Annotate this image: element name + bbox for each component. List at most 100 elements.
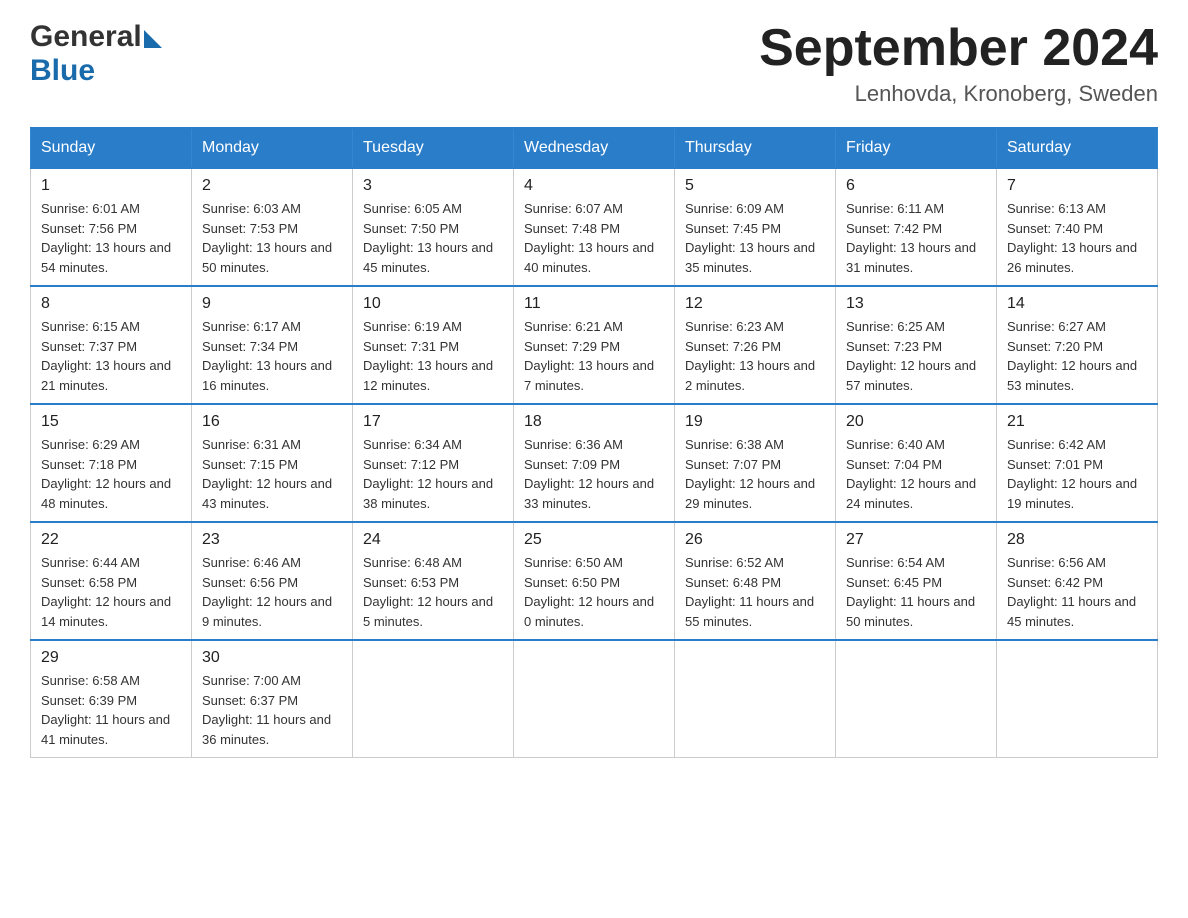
day-number: 13 [846, 295, 986, 313]
calendar-cell: 15 Sunrise: 6:29 AM Sunset: 7:18 PM Dayl… [31, 404, 192, 522]
header-row: Sunday Monday Tuesday Wednesday Thursday… [31, 128, 1158, 168]
calendar-cell: 12 Sunrise: 6:23 AM Sunset: 7:26 PM Dayl… [675, 286, 836, 404]
calendar-cell: 7 Sunrise: 6:13 AM Sunset: 7:40 PM Dayli… [997, 168, 1158, 286]
day-info: Sunrise: 6:05 AM Sunset: 7:50 PM Dayligh… [363, 199, 503, 277]
day-number: 21 [1007, 413, 1147, 431]
calendar-cell: 2 Sunrise: 6:03 AM Sunset: 7:53 PM Dayli… [192, 168, 353, 286]
day-info: Sunrise: 6:19 AM Sunset: 7:31 PM Dayligh… [363, 317, 503, 395]
calendar-cell [675, 640, 836, 758]
day-number: 11 [524, 295, 664, 313]
calendar-cell: 19 Sunrise: 6:38 AM Sunset: 7:07 PM Dayl… [675, 404, 836, 522]
day-number: 26 [685, 531, 825, 549]
day-info: Sunrise: 6:46 AM Sunset: 6:56 PM Dayligh… [202, 553, 342, 631]
calendar-cell: 4 Sunrise: 6:07 AM Sunset: 7:48 PM Dayli… [514, 168, 675, 286]
day-info: Sunrise: 6:54 AM Sunset: 6:45 PM Dayligh… [846, 553, 986, 631]
calendar-cell [997, 640, 1158, 758]
location-text: Lenhovda, Kronoberg, Sweden [759, 81, 1158, 107]
day-info: Sunrise: 6:50 AM Sunset: 6:50 PM Dayligh… [524, 553, 664, 631]
calendar-cell: 18 Sunrise: 6:36 AM Sunset: 7:09 PM Dayl… [514, 404, 675, 522]
day-info: Sunrise: 6:36 AM Sunset: 7:09 PM Dayligh… [524, 435, 664, 513]
day-number: 1 [41, 177, 181, 195]
day-number: 25 [524, 531, 664, 549]
day-number: 14 [1007, 295, 1147, 313]
calendar-cell: 28 Sunrise: 6:56 AM Sunset: 6:42 PM Dayl… [997, 522, 1158, 640]
calendar-cell: 29 Sunrise: 6:58 AM Sunset: 6:39 PM Dayl… [31, 640, 192, 758]
day-info: Sunrise: 6:07 AM Sunset: 7:48 PM Dayligh… [524, 199, 664, 277]
day-info: Sunrise: 6:21 AM Sunset: 7:29 PM Dayligh… [524, 317, 664, 395]
day-number: 12 [685, 295, 825, 313]
day-info: Sunrise: 6:11 AM Sunset: 7:42 PM Dayligh… [846, 199, 986, 277]
calendar-cell: 17 Sunrise: 6:34 AM Sunset: 7:12 PM Dayl… [353, 404, 514, 522]
logo: General Blue [30, 20, 162, 88]
day-number: 30 [202, 649, 342, 667]
calendar-cell: 6 Sunrise: 6:11 AM Sunset: 7:42 PM Dayli… [836, 168, 997, 286]
day-info: Sunrise: 6:29 AM Sunset: 7:18 PM Dayligh… [41, 435, 181, 513]
header-sunday: Sunday [31, 128, 192, 168]
day-info: Sunrise: 6:31 AM Sunset: 7:15 PM Dayligh… [202, 435, 342, 513]
calendar-cell: 30 Sunrise: 7:00 AM Sunset: 6:37 PM Dayl… [192, 640, 353, 758]
day-info: Sunrise: 6:40 AM Sunset: 7:04 PM Dayligh… [846, 435, 986, 513]
calendar-cell: 10 Sunrise: 6:19 AM Sunset: 7:31 PM Dayl… [353, 286, 514, 404]
calendar-week-1: 1 Sunrise: 6:01 AM Sunset: 7:56 PM Dayli… [31, 168, 1158, 286]
day-info: Sunrise: 6:56 AM Sunset: 6:42 PM Dayligh… [1007, 553, 1147, 631]
logo-blue-text: Blue [30, 54, 95, 87]
day-info: Sunrise: 6:15 AM Sunset: 7:37 PM Dayligh… [41, 317, 181, 395]
day-info: Sunrise: 7:00 AM Sunset: 6:37 PM Dayligh… [202, 671, 342, 749]
day-number: 2 [202, 177, 342, 195]
calendar-cell: 21 Sunrise: 6:42 AM Sunset: 7:01 PM Dayl… [997, 404, 1158, 522]
calendar-cell [353, 640, 514, 758]
calendar-cell: 14 Sunrise: 6:27 AM Sunset: 7:20 PM Dayl… [997, 286, 1158, 404]
day-info: Sunrise: 6:23 AM Sunset: 7:26 PM Dayligh… [685, 317, 825, 395]
day-number: 22 [41, 531, 181, 549]
header-saturday: Saturday [997, 128, 1158, 168]
month-title: September 2024 [759, 20, 1158, 77]
calendar-week-5: 29 Sunrise: 6:58 AM Sunset: 6:39 PM Dayl… [31, 640, 1158, 758]
day-number: 5 [685, 177, 825, 195]
day-info: Sunrise: 6:58 AM Sunset: 6:39 PM Dayligh… [41, 671, 181, 749]
day-number: 20 [846, 413, 986, 431]
calendar-table: Sunday Monday Tuesday Wednesday Thursday… [30, 127, 1158, 758]
calendar-cell: 9 Sunrise: 6:17 AM Sunset: 7:34 PM Dayli… [192, 286, 353, 404]
day-number: 29 [41, 649, 181, 667]
calendar-cell: 23 Sunrise: 6:46 AM Sunset: 6:56 PM Dayl… [192, 522, 353, 640]
day-number: 17 [363, 413, 503, 431]
day-info: Sunrise: 6:25 AM Sunset: 7:23 PM Dayligh… [846, 317, 986, 395]
day-number: 6 [846, 177, 986, 195]
day-info: Sunrise: 6:42 AM Sunset: 7:01 PM Dayligh… [1007, 435, 1147, 513]
day-info: Sunrise: 6:52 AM Sunset: 6:48 PM Dayligh… [685, 553, 825, 631]
header-thursday: Thursday [675, 128, 836, 168]
calendar-cell: 11 Sunrise: 6:21 AM Sunset: 7:29 PM Dayl… [514, 286, 675, 404]
calendar-cell [836, 640, 997, 758]
header-wednesday: Wednesday [514, 128, 675, 168]
logo-arrow-icon [144, 30, 162, 48]
calendar-cell: 25 Sunrise: 6:50 AM Sunset: 6:50 PM Dayl… [514, 522, 675, 640]
logo-general-text: General [30, 20, 142, 54]
day-number: 10 [363, 295, 503, 313]
day-info: Sunrise: 6:34 AM Sunset: 7:12 PM Dayligh… [363, 435, 503, 513]
day-info: Sunrise: 6:27 AM Sunset: 7:20 PM Dayligh… [1007, 317, 1147, 395]
day-number: 18 [524, 413, 664, 431]
day-number: 8 [41, 295, 181, 313]
day-number: 3 [363, 177, 503, 195]
calendar-cell: 20 Sunrise: 6:40 AM Sunset: 7:04 PM Dayl… [836, 404, 997, 522]
day-info: Sunrise: 6:44 AM Sunset: 6:58 PM Dayligh… [41, 553, 181, 631]
day-number: 23 [202, 531, 342, 549]
day-number: 19 [685, 413, 825, 431]
day-number: 4 [524, 177, 664, 195]
calendar-cell: 27 Sunrise: 6:54 AM Sunset: 6:45 PM Dayl… [836, 522, 997, 640]
day-number: 24 [363, 531, 503, 549]
calendar-cell: 16 Sunrise: 6:31 AM Sunset: 7:15 PM Dayl… [192, 404, 353, 522]
day-info: Sunrise: 6:17 AM Sunset: 7:34 PM Dayligh… [202, 317, 342, 395]
day-number: 28 [1007, 531, 1147, 549]
day-number: 15 [41, 413, 181, 431]
calendar-cell: 24 Sunrise: 6:48 AM Sunset: 6:53 PM Dayl… [353, 522, 514, 640]
day-info: Sunrise: 6:03 AM Sunset: 7:53 PM Dayligh… [202, 199, 342, 277]
header-monday: Monday [192, 128, 353, 168]
calendar-cell: 1 Sunrise: 6:01 AM Sunset: 7:56 PM Dayli… [31, 168, 192, 286]
day-info: Sunrise: 6:09 AM Sunset: 7:45 PM Dayligh… [685, 199, 825, 277]
calendar-cell: 26 Sunrise: 6:52 AM Sunset: 6:48 PM Dayl… [675, 522, 836, 640]
calendar-week-3: 15 Sunrise: 6:29 AM Sunset: 7:18 PM Dayl… [31, 404, 1158, 522]
calendar-cell: 3 Sunrise: 6:05 AM Sunset: 7:50 PM Dayli… [353, 168, 514, 286]
calendar-cell: 22 Sunrise: 6:44 AM Sunset: 6:58 PM Dayl… [31, 522, 192, 640]
calendar-cell: 5 Sunrise: 6:09 AM Sunset: 7:45 PM Dayli… [675, 168, 836, 286]
